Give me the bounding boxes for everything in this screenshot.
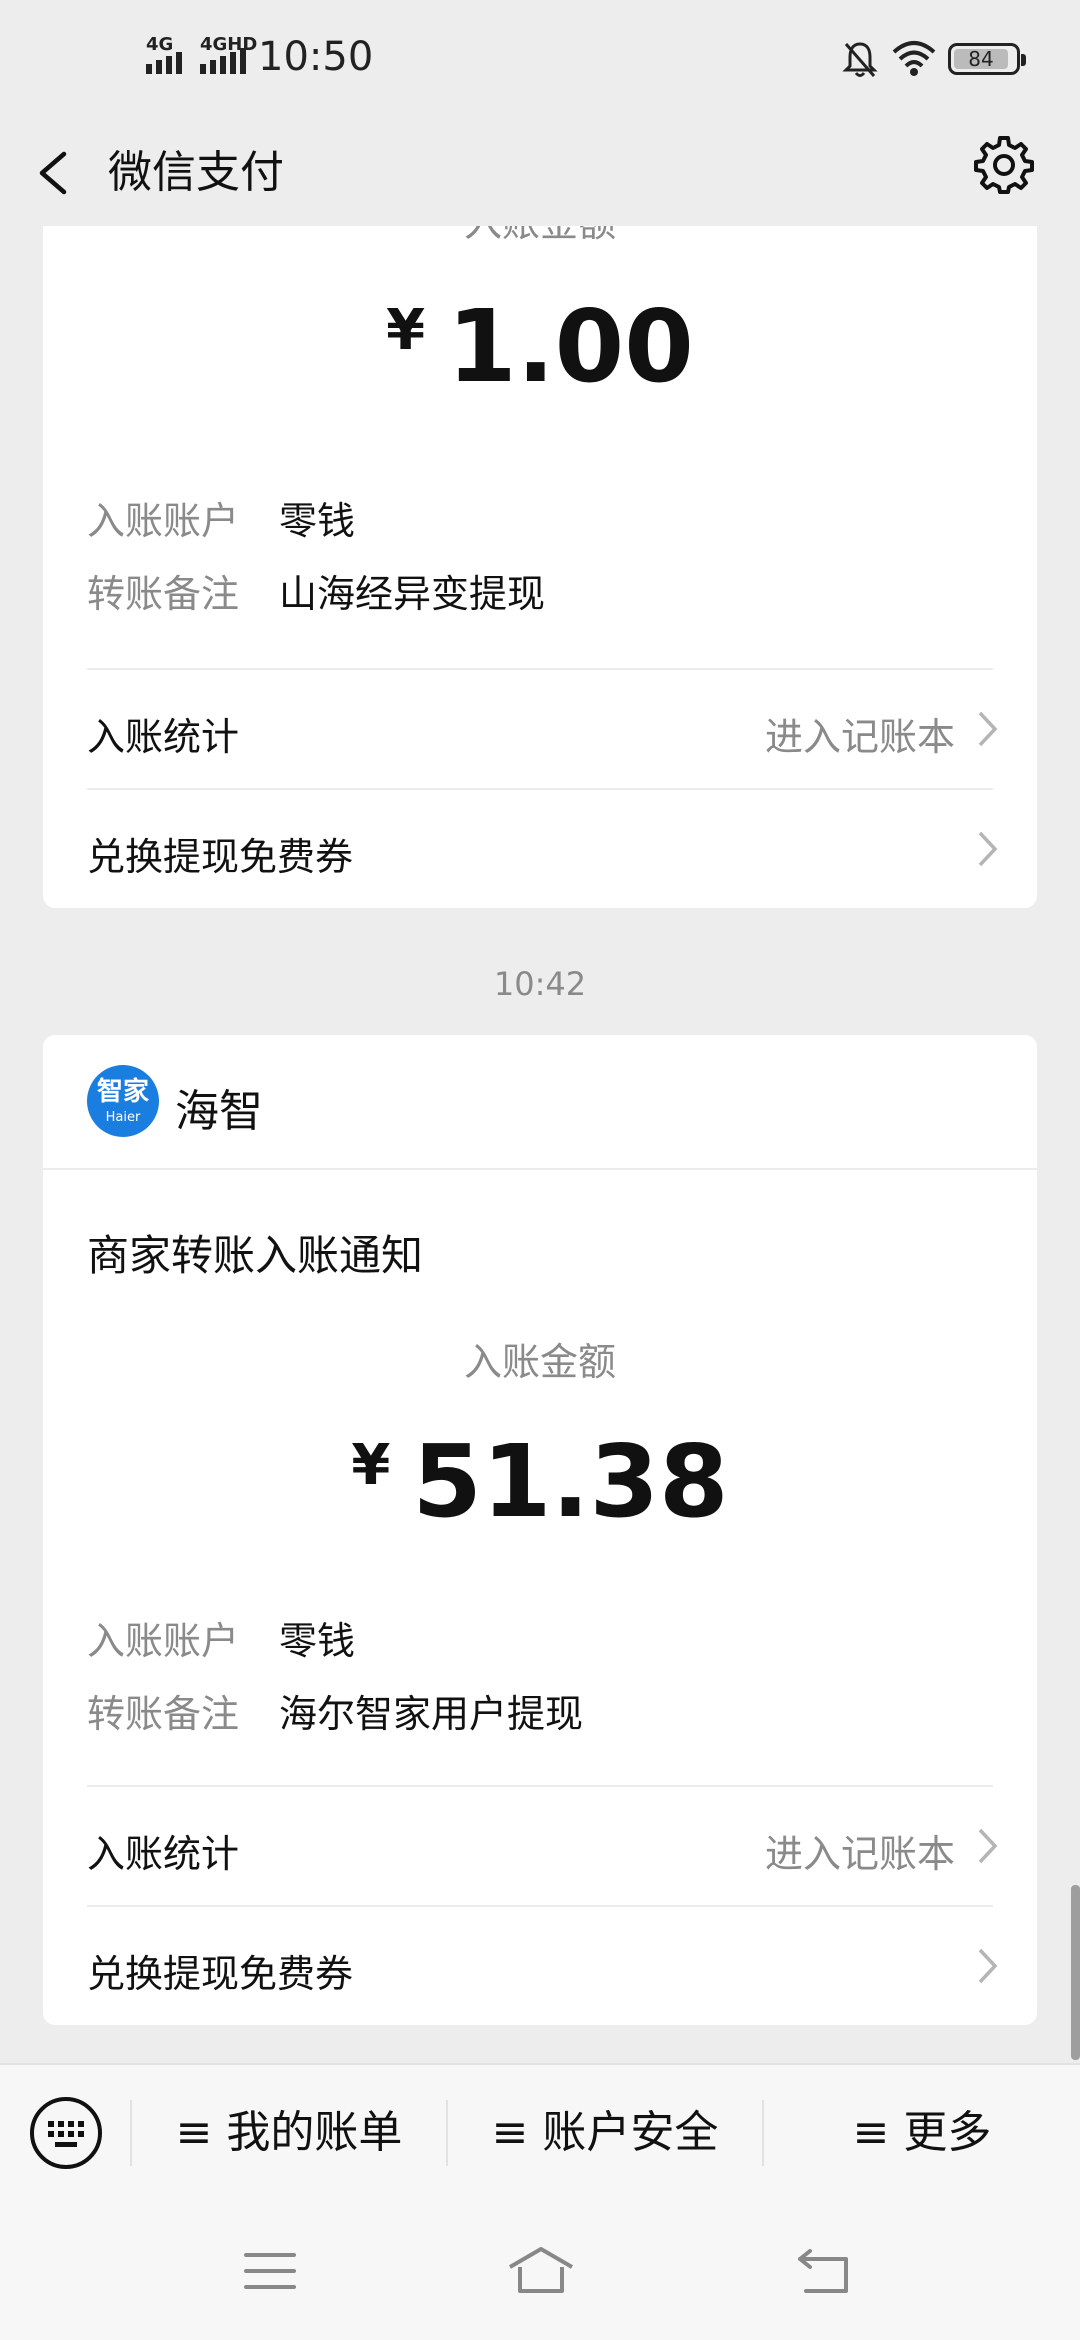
chevron-right-icon <box>978 711 998 747</box>
cellular-signal-icon: 4G <box>146 34 182 74</box>
currency-symbol: ¥ <box>386 298 426 363</box>
network-type-label: 4G <box>146 34 174 55</box>
recent-apps-icon[interactable] <box>244 2251 296 2291</box>
amount-label: 入账金额 <box>463 1340 616 1384</box>
stats-row[interactable]: 入账统计 进入记账本 <box>43 1787 1037 1905</box>
navigation-bar: 微信支付 <box>0 120 1080 226</box>
message-timestamp: 10:42 <box>493 965 587 1003</box>
stats-label: 入账统计 <box>87 1832 240 1876</box>
cellular-signal-icon-2: 4GHD <box>200 34 257 74</box>
menu-more[interactable]: ≡ 更多 <box>764 2065 1080 2201</box>
note-label: 转账备注 <box>87 572 240 616</box>
voucher-label: 兑换提现免费券 <box>87 835 354 879</box>
merchant-logo: 智家 Haier <box>87 1065 159 1137</box>
chevron-right-icon <box>978 1828 998 1864</box>
amount-display: ¥1.00 <box>43 292 1037 402</box>
voucher-label: 兑换提现免费券 <box>87 1952 354 1996</box>
voucher-row[interactable]: 兑换提现免费券 <box>43 1907 1037 2025</box>
account-value: 零钱 <box>279 1619 356 1663</box>
network-type-label-2: 4GHD <box>200 34 258 55</box>
note-value: 海尔智家用户提现 <box>279 1692 584 1736</box>
page-title: 微信支付 <box>108 147 284 198</box>
menu-account-security[interactable]: ≡ 账户安全 <box>448 2065 762 2201</box>
amount-label: 入账金额 <box>43 226 1037 248</box>
transfer-card-1: 入账金额 ¥1.00 入账账户 零钱 转账备注 山海经异变提现 入账统计 进入记… <box>43 226 1037 908</box>
chevron-right-icon <box>978 1948 998 1984</box>
scrollbar[interactable] <box>1071 1885 1080 2060</box>
stats-label: 入账统计 <box>87 715 240 759</box>
amount-value: 51.38 <box>412 1423 729 1540</box>
battery-icon: 84 <box>948 43 1026 75</box>
mute-bell-icon <box>842 42 878 77</box>
account-label: 入账账户 <box>87 1619 240 1663</box>
currency-symbol: ¥ <box>351 1433 391 1498</box>
account-label: 入账账户 <box>87 499 240 543</box>
note-value: 山海经异变提现 <box>279 572 546 616</box>
account-value: 零钱 <box>279 499 356 543</box>
ledger-link[interactable]: 进入记账本 <box>765 1823 955 1878</box>
merchant-logo-subtext: Haier <box>105 1110 141 1125</box>
voucher-row[interactable]: 兑换提现免费券 <box>43 790 1037 908</box>
battery-level: 84 <box>968 47 994 71</box>
amount-value: 1.00 <box>447 288 694 405</box>
keyboard-toggle-icon[interactable] <box>28 2095 104 2171</box>
merchant-name: 海智 <box>175 1086 263 1137</box>
back-arrow-icon[interactable] <box>34 150 74 196</box>
wifi-icon <box>892 41 936 76</box>
note-label: 转账备注 <box>87 1692 240 1736</box>
status-bar: 4G 4GHD 10:50 84 <box>0 0 1080 120</box>
back-nav-icon[interactable] <box>796 2247 852 2295</box>
amount-display: ¥51.38 <box>43 1427 1037 1537</box>
stats-row[interactable]: 入账统计 进入记账本 <box>43 670 1037 788</box>
settings-gear-icon[interactable] <box>974 134 1034 194</box>
notification-headline: 商家转账入账通知 <box>87 1231 424 1280</box>
status-time: 10:50 <box>258 34 374 80</box>
ledger-link[interactable]: 进入记账本 <box>765 706 955 761</box>
system-navigation-bar <box>0 2199 1080 2340</box>
merchant-header[interactable]: 智家 Haier 海智 <box>43 1035 1037 1169</box>
chevron-right-icon <box>978 831 998 867</box>
transfer-card-2: 智家 Haier 海智 商家转账入账通知 入账金额 ¥51.38 入账账户 零钱… <box>43 1035 1037 2025</box>
home-icon[interactable] <box>506 2245 576 2295</box>
bottom-menu-bar: ≡ 我的账单 ≡ 账户安全 ≡ 更多 <box>0 2063 1080 2199</box>
menu-my-bills[interactable]: ≡ 我的账单 <box>132 2065 446 2201</box>
merchant-logo-text: 智家 <box>96 1077 149 1107</box>
